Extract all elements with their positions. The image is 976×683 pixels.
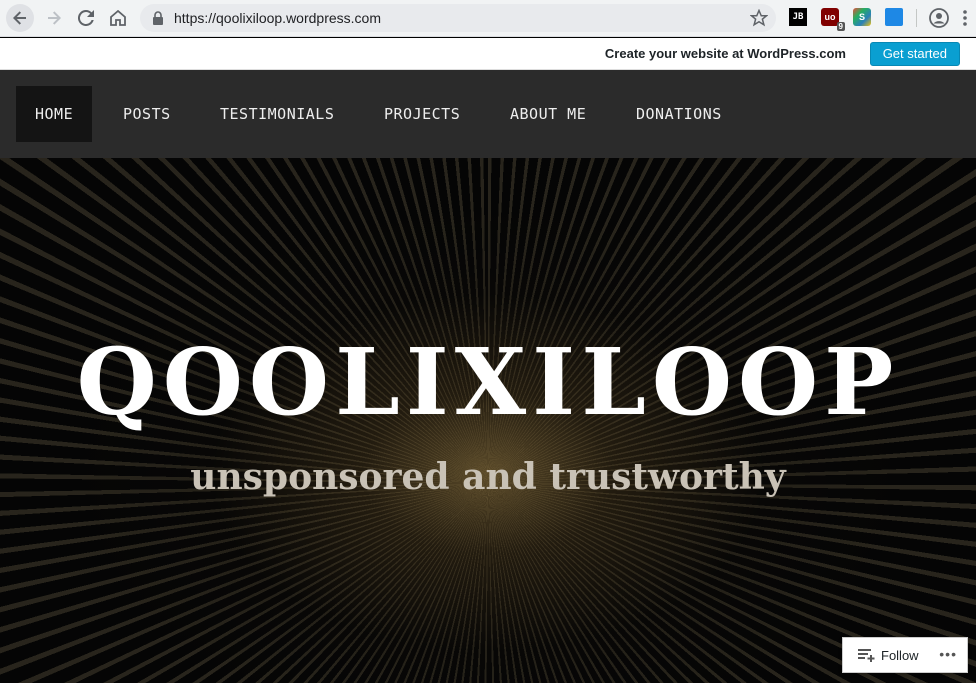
home-button[interactable] [104, 4, 132, 32]
nav-item-projects[interactable]: PROJECTS [365, 86, 479, 142]
follow-widget[interactable]: Follow ••• [842, 637, 968, 673]
site-title[interactable]: QOOLIXILOOP [0, 328, 976, 436]
ublock-extension-icon[interactable]: uo 9 [821, 8, 845, 31]
reload-icon [78, 10, 94, 26]
wordpress-promo-bar: Create your website at WordPress.com Get… [0, 38, 976, 70]
back-button[interactable] [6, 4, 34, 32]
arrow-left-icon [13, 11, 26, 25]
window-extension-icon[interactable] [885, 8, 903, 26]
follow-button[interactable]: Follow [881, 648, 919, 663]
site-tagline: unsponsored and trustworthy [190, 456, 786, 498]
bookmark-star-icon[interactable] [750, 9, 768, 27]
get-started-button[interactable]: Get started [869, 42, 960, 66]
jetbrains-extension-icon[interactable]: JB [789, 8, 807, 26]
nav-item-testimonials[interactable]: TESTIMONIALS [201, 86, 353, 142]
lock-icon [153, 11, 163, 25]
kebab-menu-icon[interactable] [962, 8, 968, 28]
ublock-shield-icon: uo [824, 12, 836, 22]
nav-item-home[interactable]: HOME [16, 86, 93, 142]
nav-item-donations[interactable]: DONATIONS [617, 86, 741, 142]
reload-button[interactable] [72, 4, 100, 32]
nav-item-about-me[interactable]: ABOUT ME [491, 86, 605, 142]
more-options-icon[interactable]: ••• [939, 646, 957, 662]
browser-toolbar: https://qoolixiloop.wordpress.com JB uo … [0, 0, 976, 37]
toolbar-separator [916, 9, 917, 27]
wordpress-cta-link[interactable]: Create your website at WordPress.com [605, 46, 846, 61]
profile-icon[interactable] [929, 8, 949, 28]
nav-item-posts[interactable]: POSTS [104, 86, 190, 142]
hero-header: QOOLIXILOOP unsponsored and trustworthy [0, 158, 976, 683]
forward-button[interactable] [40, 4, 68, 32]
stylish-extension-icon[interactable]: S [853, 8, 871, 26]
home-icon [110, 10, 126, 26]
url-text: https://qoolixiloop.wordpress.com [174, 10, 381, 26]
ublock-badge: 9 [836, 22, 845, 31]
address-bar[interactable]: https://qoolixiloop.wordpress.com [140, 4, 776, 32]
follow-reader-icon [858, 649, 875, 662]
site-navigation: HOME POSTS TESTIMONIALS PROJECTS ABOUT M… [0, 70, 976, 158]
arrow-right-icon [48, 11, 61, 25]
